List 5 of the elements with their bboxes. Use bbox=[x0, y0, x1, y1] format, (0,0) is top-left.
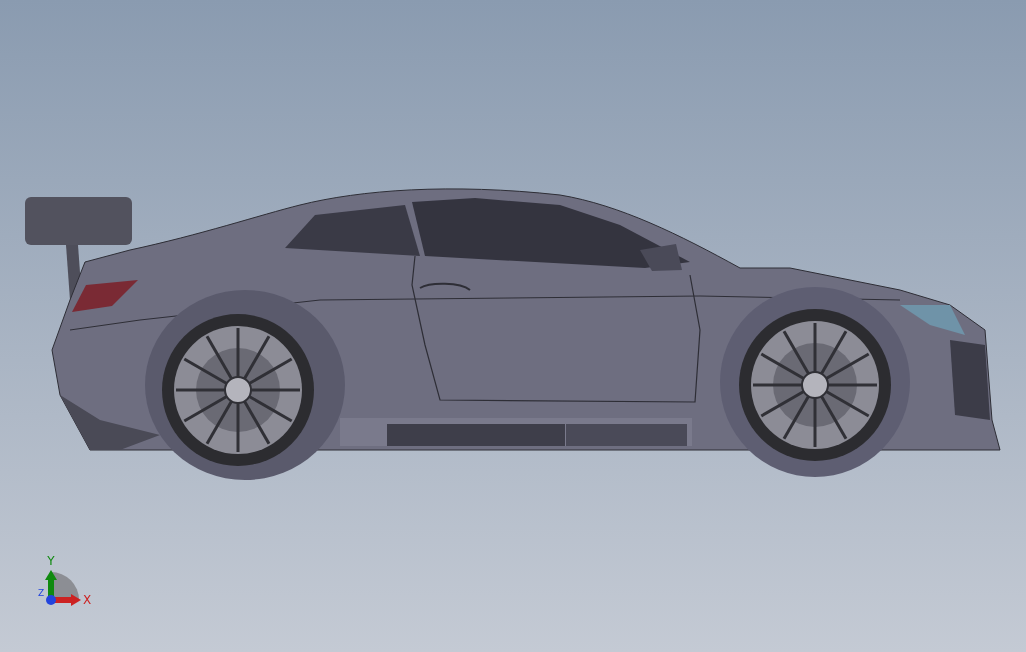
axis-label: Z bbox=[37, 588, 45, 598]
axis-label: X bbox=[82, 593, 92, 607]
axis-triad[interactable]: Y X Z bbox=[37, 554, 92, 607]
model-viewport[interactable]: Y X Z bbox=[0, 0, 1026, 652]
axis-label: Y bbox=[47, 554, 55, 568]
